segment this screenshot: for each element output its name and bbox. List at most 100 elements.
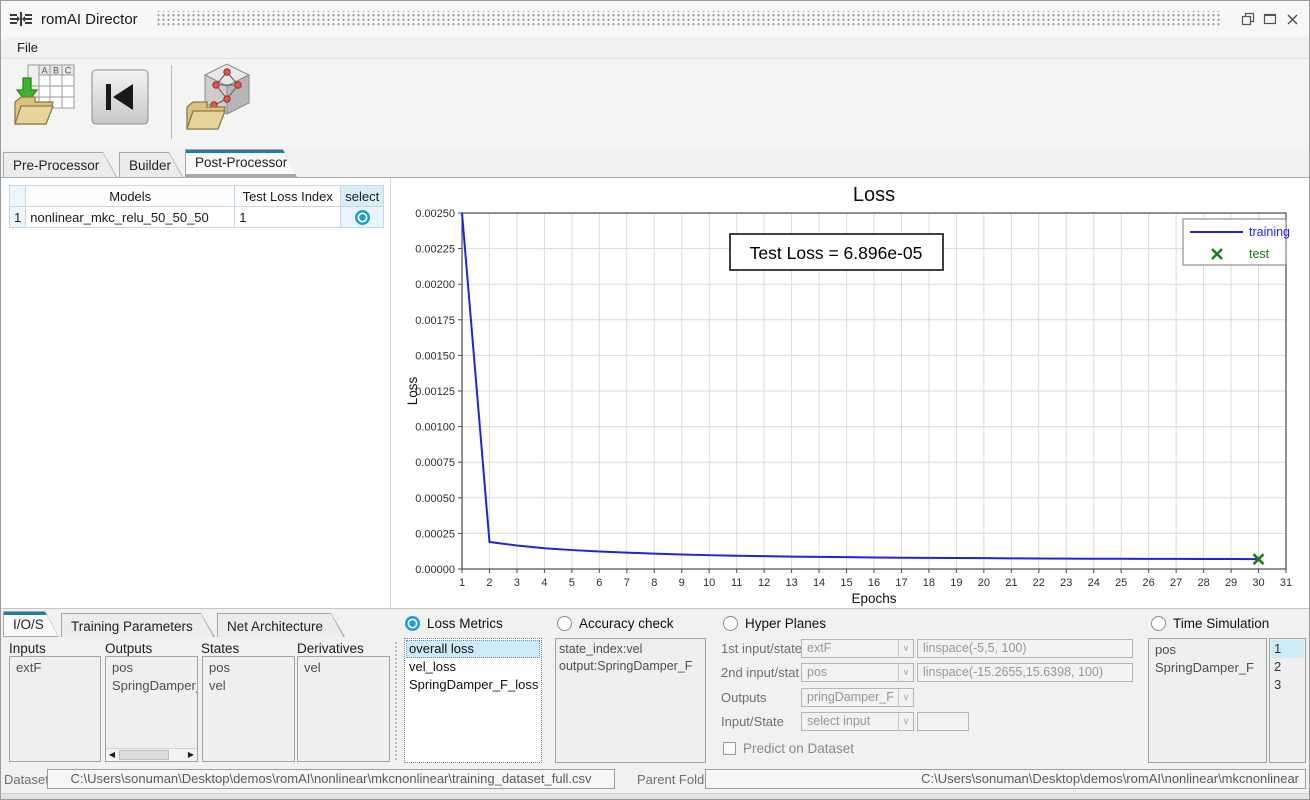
accuracy-check-box[interactable]: state_index:vel output:SpringDamper_F [555,638,706,763]
svg-text:Loss: Loss [405,376,420,405]
scroll-right-icon[interactable]: ▶ [185,749,197,761]
inputs-listbox[interactable]: extF [9,656,101,762]
list-item[interactable]: vel [206,677,294,695]
models-column-header[interactable]: Models [26,186,235,207]
tab-net-architecture[interactable]: Net Architecture [217,613,345,637]
hp-input-state-field[interactable] [917,712,969,731]
list-item[interactable]: SpringDamper_F [1152,659,1266,677]
svg-text:26: 26 [1143,577,1155,589]
chevron-down-icon[interactable]: ∨ [898,640,913,657]
svg-text:training: training [1249,225,1290,239]
svg-text:30: 30 [1252,577,1264,589]
dataset-path-field[interactable]: C:\Users\sonuman\Desktop\demos\romAI\non… [47,769,615,789]
list-item[interactable]: 3 [1271,676,1304,694]
list-item-selected[interactable]: overall loss [406,640,540,658]
outputs-listbox[interactable]: pos SpringDamper_ ◀ ▶ [105,656,198,762]
model-name-cell[interactable]: nonlinear_mkc_relu_50_50_50 [26,207,235,228]
time-simulation-radio[interactable] [1151,616,1166,631]
menu-bar: File [1,37,1309,58]
predict-on-dataset-checkbox[interactable] [723,742,736,755]
svg-text:13: 13 [785,577,797,589]
menu-file[interactable]: File [13,39,42,56]
titlebar-grip[interactable] [156,11,1221,27]
first-input-range-field[interactable]: linspace(-5,5, 100) [917,639,1133,658]
tab-pre-processor[interactable]: Pre-Processor [3,152,117,177]
svg-text:11: 11 [731,577,742,589]
time-simulation-listbox[interactable]: pos SpringDamper_F [1148,638,1267,763]
bottom-panel: I/O/S Training Parameters Net Architectu… [1,609,1309,767]
chevron-down-icon[interactable]: ∨ [898,664,913,681]
hp-input-state-combo[interactable]: select input ∨ [801,712,914,731]
list-item[interactable]: SpringDamper_ [109,677,197,695]
chart-panel: 1234567891011121314151617181920212223242… [390,178,1309,608]
second-input-range-field[interactable]: linspace(-15.2655,15.6398, 100) [917,663,1133,682]
states-listbox[interactable]: pos vel [202,656,295,762]
model-select-radio[interactable] [355,210,370,225]
svg-text:0.00225: 0.00225 [415,244,455,256]
second-input-combo[interactable]: pos ∨ [801,663,914,682]
loss-metrics-radio[interactable] [405,616,420,631]
first-input-combo[interactable]: extF ∨ [801,639,914,658]
test-loss-index-column-header[interactable]: Test Loss Index [235,186,341,207]
chevron-down-icon[interactable]: ∨ [898,713,913,730]
svg-text:6: 6 [596,577,602,589]
list-item[interactable]: vel_loss [406,658,540,676]
scrollbar-thumb[interactable] [119,750,169,760]
svg-text:0.00125: 0.00125 [415,386,455,398]
list-item[interactable]: pos [109,659,197,677]
loss-chart[interactable]: 1234567891011121314151617181920212223242… [391,180,1310,610]
list-item[interactable]: 2 [1271,658,1304,676]
accuracy-check-label: Accuracy check [579,616,674,631]
list-item[interactable]: SpringDamper_F_loss [406,676,540,694]
tab-post-processor[interactable]: Post-Processor [185,149,297,177]
scroll-left-icon[interactable]: ◀ [106,749,118,761]
tab-training-parameters[interactable]: Training Parameters [61,613,215,637]
list-item[interactable]: vel [301,659,389,677]
svg-text:0.00075: 0.00075 [415,457,455,469]
list-item[interactable]: pos [206,659,294,677]
outputs-horizontal-scrollbar[interactable]: ◀ ▶ [106,748,197,761]
footer-strip [1,793,1309,800]
parent-folder-path-field[interactable]: C:\Users\sonuman\Desktop\demos\romAI\non… [705,769,1306,789]
hyper-planes-radio[interactable] [723,616,738,631]
row-number[interactable]: 1 [10,207,26,228]
test-loss-index-cell[interactable]: 1 [235,207,341,228]
list-item-selected[interactable]: 1 [1271,640,1304,658]
panel-splitter[interactable] [394,641,399,762]
list-item[interactable]: extF [13,659,100,677]
chevron-down-icon[interactable]: ∨ [898,689,913,706]
float-button[interactable] [1239,10,1257,28]
svg-text:27: 27 [1170,577,1182,589]
rewind-button[interactable] [91,69,149,128]
hp-outputs-label: Outputs [721,688,801,707]
accuracy-check-radio[interactable] [557,616,572,631]
hp-outputs-combo[interactable]: pringDamper_F ∨ [801,688,914,707]
load-model-button[interactable] [183,59,253,136]
svg-text:0.00000: 0.00000 [415,564,455,576]
select-column-header[interactable]: select [341,186,384,207]
loss-metrics-listbox[interactable]: overall loss vel_loss SpringDamper_F_los… [404,638,542,763]
svg-text:3: 3 [514,577,520,589]
svg-text:31: 31 [1280,577,1292,589]
table-corner[interactable] [10,186,26,207]
time-simulation-index-listbox[interactable]: 1 2 3 [1269,638,1306,763]
svg-text:5: 5 [569,577,575,589]
toolbar: A B C [1,58,1309,147]
load-dataset-button[interactable]: A B C [11,62,77,131]
table-row: 1 nonlinear_mkc_relu_50_50_50 1 [10,207,384,228]
svg-text:0.00025: 0.00025 [415,528,455,540]
svg-text:test: test [1249,247,1270,261]
svg-text:Epochs: Epochs [851,591,896,606]
maximize-button[interactable] [1261,10,1279,28]
tab-ios[interactable]: I/O/S [3,611,59,637]
list-item[interactable]: pos [1152,641,1266,659]
tab-builder[interactable]: Builder [119,152,183,177]
states-label: States [201,641,239,656]
model-import-icon [183,59,253,133]
accuracy-line: output:SpringDamper_F [559,658,705,675]
svg-text:24: 24 [1088,577,1100,589]
close-button[interactable] [1283,10,1301,28]
svg-text:9: 9 [679,577,685,589]
derivatives-listbox[interactable]: vel [297,656,390,762]
loss-metrics-label: Loss Metrics [427,616,503,631]
